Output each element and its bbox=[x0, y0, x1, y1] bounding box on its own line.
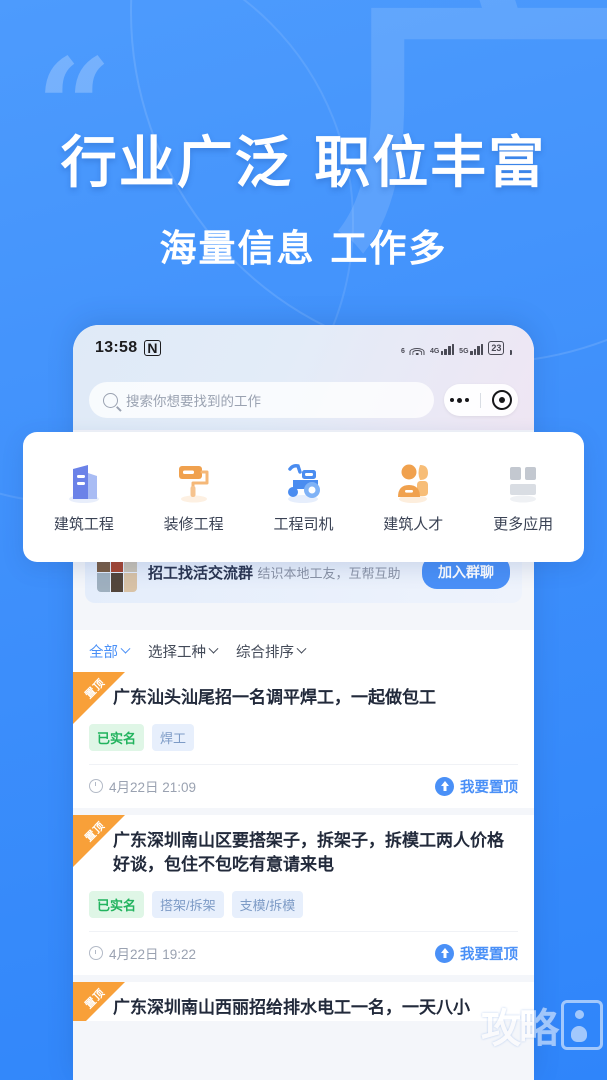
filter-sort[interactable]: 综合排序 bbox=[236, 641, 307, 662]
app-label: 建筑工程 bbox=[53, 515, 114, 533]
tag-verified: 已实名 bbox=[89, 890, 145, 918]
pin-to-top-label: 我要置顶 bbox=[460, 779, 518, 796]
job-card[interactable]: 置顶 广东深圳南山区要搭架子，拆架子，拆模工两人价格好谈，包住不包吃有意请来电 … bbox=[73, 814, 534, 975]
tag-verified: 已实名 bbox=[89, 723, 145, 751]
group-card-title: 招工找活交流群 bbox=[148, 564, 254, 582]
search-icon bbox=[103, 392, 118, 408]
job-timestamp: 4月22日 21:09 bbox=[89, 776, 196, 796]
job-time-text: 4月22日 21:09 bbox=[109, 780, 197, 796]
battery-level: 23 bbox=[491, 343, 502, 353]
battery-icon: 23 bbox=[488, 341, 505, 355]
job-list: 置顶 广东汕头汕尾招一名调平焊工，一起做包工 已实名 焊工 4月22日 21:0… bbox=[73, 672, 534, 1080]
app-item-more[interactable]: 更多应用 bbox=[473, 461, 573, 534]
status-bar-left: 13:58 N bbox=[95, 339, 161, 357]
job-timestamp: 4月22日 19:22 bbox=[89, 943, 196, 963]
app-item-driver[interactable]: 工程司机 bbox=[253, 461, 353, 534]
more-menu-icon[interactable] bbox=[449, 397, 469, 403]
wifi-gen-label: 6 bbox=[401, 348, 405, 355]
signal-1: 4G bbox=[429, 343, 455, 355]
wifi-icon bbox=[409, 344, 425, 355]
status-time: 13:58 bbox=[95, 339, 138, 356]
signal-2-gen-label: 5G bbox=[459, 348, 469, 355]
more-apps-icon bbox=[500, 461, 546, 503]
filter-sort-label: 综合排序 bbox=[236, 644, 294, 661]
app-shortcut-panel: 建筑工程 装修工程 工程司机 建筑人才 更多应用 bbox=[23, 432, 584, 562]
search-input[interactable]: 搜索你想要找到的工作 bbox=[89, 382, 434, 418]
tag-trade: 焊工 bbox=[152, 723, 195, 751]
app-label: 装修工程 bbox=[163, 515, 224, 533]
group-card-text: 招工找活交流群 结识本地工友，互帮互助 bbox=[148, 562, 411, 583]
watermark-phone-icon bbox=[561, 1000, 603, 1050]
job-card[interactable]: 置顶 广东汕头汕尾招一名调平焊工，一起做包工 已实名 焊工 4月22日 21:0… bbox=[73, 672, 534, 808]
filter-all-label: 全部 bbox=[89, 644, 118, 661]
group-card-subtitle: 结识本地工友，互帮互助 bbox=[257, 565, 401, 581]
pin-to-top-label: 我要置顶 bbox=[460, 946, 518, 963]
app-item-renovation[interactable]: 装修工程 bbox=[144, 461, 244, 534]
app-label: 工程司机 bbox=[273, 515, 334, 533]
app-label: 更多应用 bbox=[493, 515, 554, 533]
job-footer: 4月22日 19:22 我要置顶 bbox=[89, 930, 518, 975]
signal-bars-1 bbox=[440, 343, 455, 355]
filter-bar: 全部 选择工种 综合排序 bbox=[73, 630, 534, 672]
capsule-divider bbox=[479, 392, 481, 408]
battery-cap bbox=[510, 350, 512, 355]
building-icon bbox=[61, 461, 107, 503]
up-arrow-icon bbox=[435, 776, 454, 796]
up-arrow-icon bbox=[435, 943, 454, 963]
tag-trade: 搭架/拆架 bbox=[152, 890, 224, 918]
clock-icon bbox=[89, 779, 103, 794]
filter-all[interactable]: 全部 bbox=[89, 641, 131, 662]
clock-icon bbox=[89, 946, 103, 961]
signal-bars-2 bbox=[470, 343, 484, 355]
close-target-icon[interactable] bbox=[492, 390, 513, 410]
signal-2: 5G bbox=[459, 343, 484, 355]
job-card[interactable]: 置顶 广东深圳南山西丽招给排水电工一名，一天八小 bbox=[73, 981, 534, 1021]
job-footer: 4月22日 21:09 我要置顶 bbox=[89, 763, 518, 808]
people-icon bbox=[390, 461, 436, 503]
hero-headline: 行业广泛 职位丰富 bbox=[60, 131, 547, 196]
search-row: 搜索你想要找到的工作 bbox=[73, 377, 534, 423]
job-tags: 已实名 搭架/拆架 支模/拆模 bbox=[89, 890, 518, 918]
tag-trade: 支模/拆模 bbox=[231, 890, 304, 918]
job-title: 广东深圳南山西丽招给排水电工一名，一天八小 bbox=[113, 997, 470, 1017]
filter-job-type[interactable]: 选择工种 bbox=[148, 641, 219, 662]
roller-icon bbox=[171, 461, 217, 503]
chevron-down-icon bbox=[296, 643, 307, 654]
signal-1-gen-label: 4G bbox=[429, 348, 440, 355]
promo-stage: 广 “ 行业广泛 职位丰富 海量信息 工作多 13:58 N 6 4G 5G 2… bbox=[0, 0, 607, 1080]
app-item-talent[interactable]: 建筑人才 bbox=[363, 461, 463, 534]
filter-job-type-label: 选择工种 bbox=[148, 644, 206, 661]
job-title: 广东汕头汕尾招一名调平焊工，一起做包工 bbox=[113, 688, 436, 707]
status-bar-right: 6 4G 5G 23 bbox=[401, 341, 512, 355]
app-item-construction[interactable]: 建筑工程 bbox=[34, 461, 134, 534]
search-placeholder: 搜索你想要找到的工作 bbox=[126, 394, 261, 409]
app-label: 建筑人才 bbox=[383, 515, 444, 533]
chevron-down-icon bbox=[208, 643, 219, 654]
status-bar: 13:58 N 6 4G 5G 23 bbox=[73, 325, 534, 371]
tractor-icon bbox=[280, 461, 326, 503]
job-tags: 已实名 焊工 bbox=[89, 723, 518, 751]
hero-subheadline: 海量信息 工作多 bbox=[159, 227, 448, 270]
pin-to-top-button[interactable]: 我要置顶 bbox=[435, 776, 518, 797]
job-title: 广东深圳南山区要搭架子，拆架子，拆模工两人价格好谈，包住不包吃有意请来电 bbox=[113, 830, 504, 875]
job-time-text: 4月22日 19:22 bbox=[109, 947, 197, 963]
miniprogram-capsule[interactable] bbox=[444, 384, 518, 416]
chevron-down-icon bbox=[120, 643, 131, 654]
pin-to-top-button[interactable]: 我要置顶 bbox=[435, 943, 518, 964]
nfc-icon: N bbox=[144, 340, 161, 356]
